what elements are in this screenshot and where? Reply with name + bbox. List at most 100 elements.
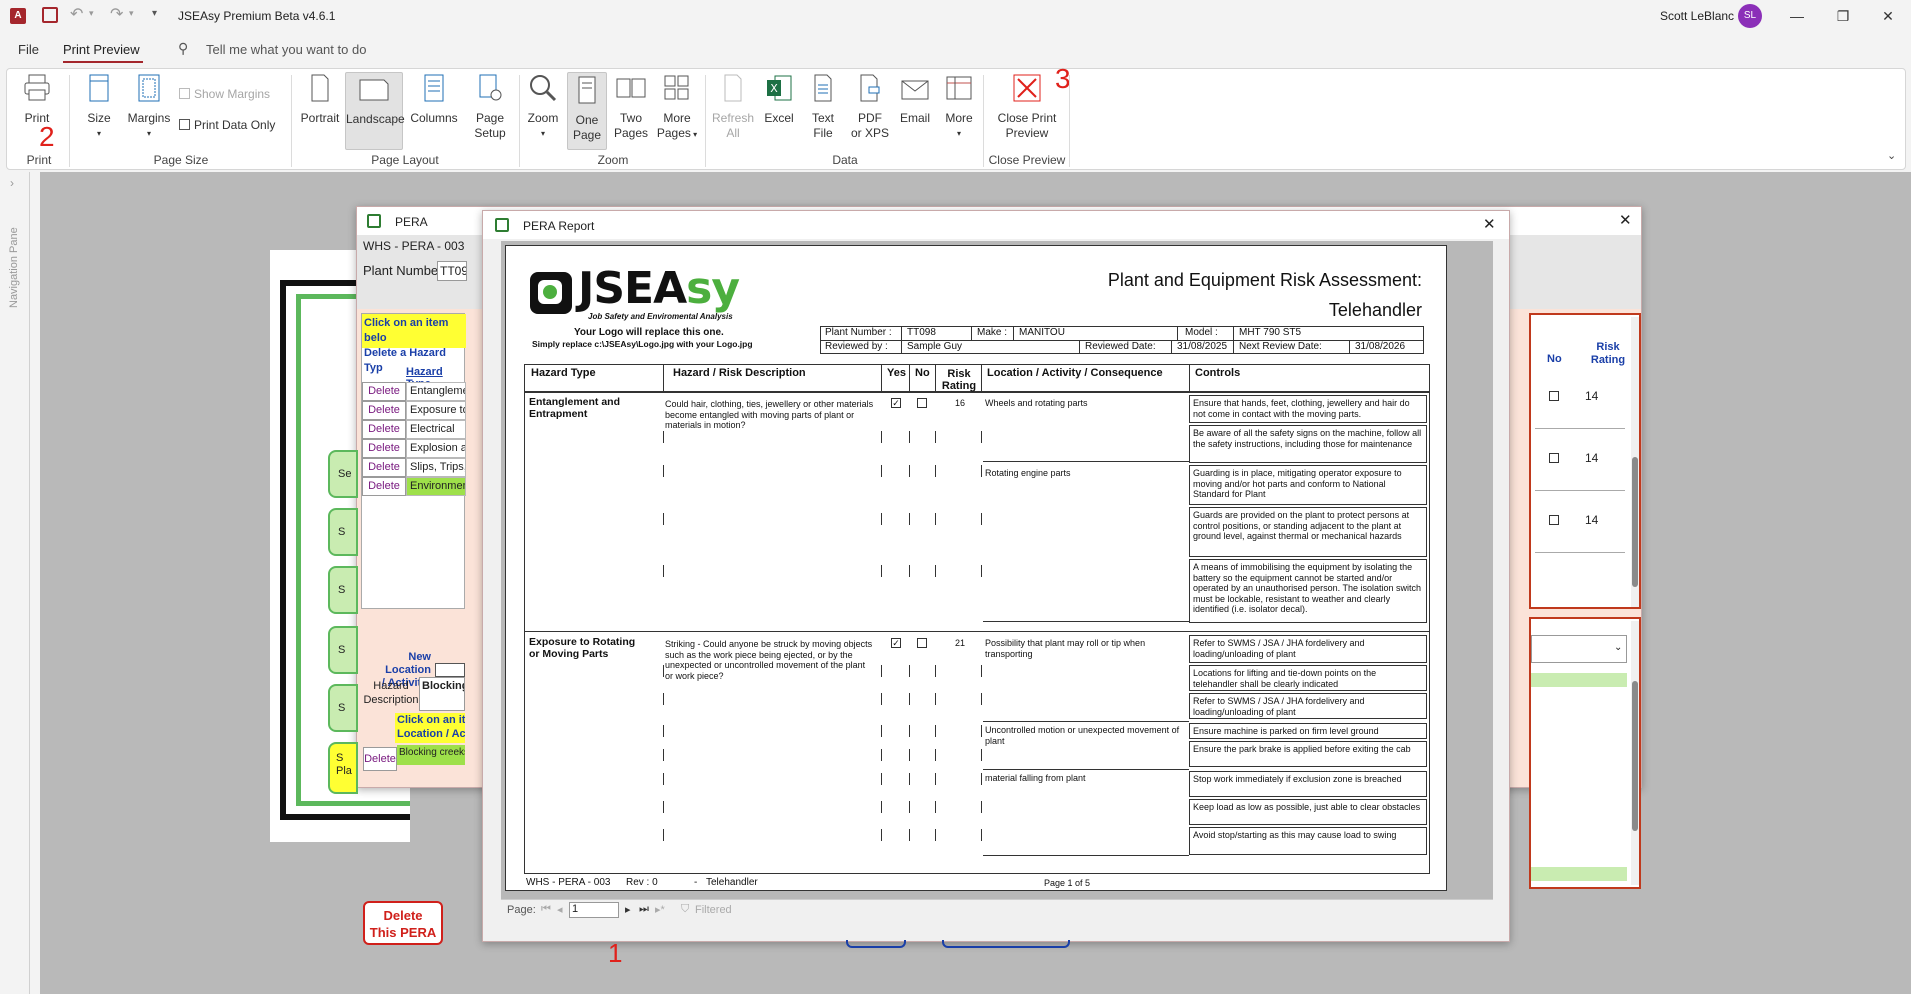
risk-rating-value: 14 — [1585, 513, 1599, 527]
partial-button[interactable] — [942, 940, 1070, 948]
partial-button[interactable] — [846, 940, 906, 948]
delete-button[interactable]: Delete — [362, 420, 406, 439]
delete-button[interactable]: Delete — [362, 458, 406, 477]
restore-button[interactable]: ❐ — [1820, 0, 1866, 32]
location-1a: Wheels and rotating parts — [985, 398, 1088, 408]
vertical-scrollbar[interactable] — [1631, 621, 1639, 885]
print-data-only-checkbox[interactable]: Print Data Only — [179, 118, 275, 132]
tab-print-preview[interactable]: Print Preview — [63, 42, 140, 57]
report-title-2: Telehandler — [1328, 300, 1422, 320]
two-pages-button[interactable]: Two Pages — [611, 73, 651, 141]
first-page-icon[interactable]: ⏮ — [541, 903, 551, 916]
more-pages-button[interactable]: More Pages ▾ — [653, 73, 701, 142]
side-button[interactable]: S — [328, 566, 358, 614]
report-close-button[interactable]: ✕ — [1483, 215, 1496, 233]
no-checkbox[interactable] — [1549, 391, 1559, 401]
side-button[interactable]: Se — [328, 450, 358, 498]
risk-table: Hazard Type Hazard / Risk Description Ye… — [524, 364, 1430, 874]
columns-button[interactable]: Columns — [407, 73, 461, 126]
print-button[interactable]: Print — [15, 73, 59, 126]
location-row[interactable]: Blocking creeks — [397, 745, 465, 765]
pera-close-button[interactable]: ✕ — [1619, 211, 1632, 229]
plant-number-field[interactable]: TT09 — [437, 261, 467, 281]
list-item[interactable]: DeleteSlips, Trips, Fal — [362, 458, 466, 477]
table-row: 14 — [1535, 431, 1625, 491]
user-name[interactable]: Scott LeBlanc — [1660, 9, 1734, 23]
expand-nav-icon[interactable]: › — [10, 176, 14, 190]
separator — [519, 75, 520, 167]
email-button[interactable]: Email — [895, 73, 935, 126]
side-button-yellow[interactable]: S Pla — [328, 742, 358, 794]
separator — [983, 75, 984, 167]
last-page-icon[interactable]: ⏭ — [639, 903, 649, 916]
navigation-pane[interactable]: › Navigation Pane — [0, 172, 30, 994]
control-1-2: Be aware of all the safety signs on the … — [1189, 425, 1427, 463]
pdf-xps-button[interactable]: PDF or XPS — [847, 73, 893, 141]
no-checkbox[interactable] — [1549, 515, 1559, 525]
one-page-button[interactable]: One Page — [567, 72, 607, 150]
side-button[interactable]: S — [328, 626, 358, 674]
delete-button[interactable]: Delete — [362, 439, 406, 458]
logo-subtitle: Job Safety and Enviromental Analysis — [588, 312, 733, 321]
new-page-icon[interactable]: ▸* — [655, 903, 665, 916]
minimize-button[interactable]: — — [1774, 0, 1820, 32]
portrait-button[interactable]: Portrait — [297, 73, 343, 126]
margins-button[interactable]: Margins ▾ — [125, 73, 173, 141]
pera-report-window: PERA Report ✕ JSEAsy Job Safety and Envi… — [482, 210, 1510, 942]
dropdown-field[interactable]: ⌄ — [1531, 635, 1627, 663]
control-2-4: Ensure machine is parked on firm level g… — [1189, 723, 1427, 739]
excel-icon: X — [767, 75, 792, 101]
list-item[interactable]: DeleteExplosion and F — [362, 439, 466, 458]
instruction-banner: Click on an item belo Delete a Hazard Ty… — [362, 314, 466, 374]
no-checkbox — [917, 638, 927, 648]
list-item[interactable]: Delete Electrical — [362, 420, 466, 439]
tell-me-input[interactable]: Tell me what you want to do — [206, 42, 366, 57]
filter-status[interactable]: Filtered — [695, 904, 732, 916]
side-button[interactable]: S — [328, 508, 358, 556]
separator — [1069, 75, 1070, 167]
size-button[interactable]: Size ▾ — [77, 73, 121, 141]
undo-icon[interactable]: ↶ — [70, 4, 83, 24]
section-2: Exposure to Rotating or Moving Parts Stri… — [525, 635, 1429, 871]
delete-pera-button[interactable]: Delete This PERA — [363, 901, 443, 945]
list-item[interactable]: DeleteEntanglement a — [362, 382, 466, 401]
zoom-button[interactable]: Zoom ▾ — [523, 73, 563, 141]
show-margins-checkbox[interactable]: Show Margins — [179, 87, 270, 101]
avatar[interactable]: SL — [1738, 4, 1762, 28]
scrollbar-thumb[interactable] — [1632, 457, 1638, 587]
page-number-input[interactable]: 1 — [569, 902, 619, 918]
title-bar: A ↶ ▾ ↷ ▾ ▾ JSEAsy Premium Beta v4.6.1 S… — [0, 0, 1911, 32]
vertical-scrollbar[interactable] — [1631, 317, 1639, 607]
hazard-description-field[interactable]: Blocking — [419, 677, 465, 711]
save-icon[interactable] — [42, 7, 58, 23]
delete-button[interactable]: Delete — [362, 382, 406, 401]
scrollbar-thumb[interactable] — [1632, 681, 1638, 831]
control-2-5: Ensure the park brake is applied before … — [1189, 741, 1427, 767]
delete-location-button[interactable]: Delete — [363, 747, 397, 771]
collapse-ribbon-icon[interactable]: ⌄ — [1887, 149, 1896, 162]
delete-button[interactable]: Delete — [362, 401, 406, 420]
side-button[interactable]: S — [328, 684, 358, 732]
tab-file[interactable]: File — [18, 42, 39, 57]
close-window-button[interactable]: ✕ — [1865, 0, 1911, 32]
next-page-icon[interactable]: ▸ — [625, 903, 631, 916]
landscape-button[interactable]: Landscape — [345, 72, 405, 150]
excel-button[interactable]: X Excel — [759, 73, 799, 126]
new-location-input[interactable] — [435, 663, 465, 677]
close-print-preview-button[interactable]: Close Print Preview — [991, 73, 1063, 141]
text-file-button[interactable]: Text File — [803, 73, 843, 141]
no-checkbox[interactable] — [1549, 453, 1559, 463]
delete-button[interactable]: Delete — [362, 477, 406, 496]
customize-toolbar-icon[interactable]: ▾ — [152, 8, 157, 19]
page-setup-button[interactable]: Page Setup — [465, 73, 515, 141]
refresh-all-button[interactable]: Refresh All — [711, 73, 755, 141]
more-data-button[interactable]: More ▾ — [939, 73, 979, 141]
previous-page-icon[interactable]: ◂ — [557, 903, 563, 916]
list-item[interactable]: DeleteEnvironmental — [362, 477, 466, 496]
redo-dropdown-icon[interactable]: ▾ — [129, 8, 134, 19]
redo-icon[interactable]: ↷ — [110, 4, 123, 24]
highlight-row — [1531, 673, 1627, 687]
undo-dropdown-icon[interactable]: ▾ — [89, 8, 94, 19]
record-id: WHS - PERA - 003 — [363, 239, 465, 253]
list-item[interactable]: DeleteExposure to Ro — [362, 401, 466, 420]
